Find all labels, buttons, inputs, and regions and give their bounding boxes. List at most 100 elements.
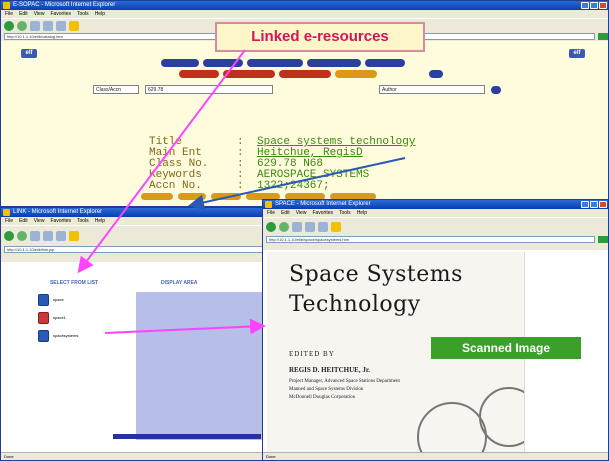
refresh-icon[interactable] xyxy=(305,221,315,232)
nav-pill[interactable] xyxy=(279,70,331,78)
menu-tools[interactable]: Tools xyxy=(77,217,89,225)
home-icon[interactable] xyxy=(56,230,66,241)
menu-file[interactable]: File xyxy=(5,10,13,18)
ie-icon xyxy=(3,209,10,216)
ie-icon xyxy=(265,201,272,208)
editor-name: REGIS D. HEITCHUE, Jr. xyxy=(289,366,371,374)
menu-help[interactable]: Help xyxy=(95,10,105,18)
menu-favorites[interactable]: Favorites xyxy=(50,10,71,18)
scan-window: SPACE - Microsoft Internet Explorer File… xyxy=(262,199,609,461)
nav-pill[interactable] xyxy=(429,70,443,78)
affiliation-line: McDonnell Douglas Corporation xyxy=(289,395,356,400)
favorites-icon[interactable] xyxy=(331,221,341,232)
forward-icon[interactable] xyxy=(279,221,289,232)
search-input[interactable]: 629.78 xyxy=(145,85,273,94)
action-button[interactable] xyxy=(211,193,241,200)
record-label: Accn No. xyxy=(149,180,202,192)
nav-pill[interactable] xyxy=(203,59,243,67)
close-icon[interactable] xyxy=(599,201,607,208)
refresh-icon[interactable] xyxy=(43,230,53,241)
stop-icon[interactable] xyxy=(292,221,302,232)
catalog-window-title: E-SOPAC - Microsoft Internet Explorer xyxy=(13,2,116,8)
back-icon[interactable] xyxy=(266,221,276,232)
catalog-titlebar[interactable]: E-SOPAC - Microsoft Internet Explorer xyxy=(1,1,608,10)
nav-pill[interactable] xyxy=(335,70,377,78)
record-row: Accn No. : 1322;24367; xyxy=(149,181,415,192)
menu-file[interactable]: File xyxy=(267,209,275,217)
nav-row-1 xyxy=(161,59,405,67)
linked-eresources-callout: Linked e-resources xyxy=(215,22,425,52)
scan-window-title: SPACE - Microsoft Internet Explorer xyxy=(275,201,371,207)
catalog-menubar: File Edit View Favorites Tools Help xyxy=(1,10,608,18)
maximize-icon[interactable] xyxy=(590,201,598,208)
menu-help[interactable]: Help xyxy=(95,217,105,225)
go-button[interactable] xyxy=(598,33,608,40)
menu-view[interactable]: View xyxy=(34,10,45,18)
file-label: space1 xyxy=(53,315,66,320)
favorites-icon[interactable] xyxy=(69,20,79,31)
pdf-icon xyxy=(38,311,49,324)
back-icon[interactable] xyxy=(4,230,14,241)
scan-toolbar xyxy=(263,217,608,235)
stop-icon[interactable] xyxy=(30,230,40,241)
scanned-image-callout: Scanned Image xyxy=(431,337,581,359)
select-toolbar xyxy=(1,225,299,245)
menu-help[interactable]: Help xyxy=(357,209,367,217)
file-item[interactable]: space1 xyxy=(38,310,110,325)
record-sep: : xyxy=(237,180,244,192)
scan-address-bar: http://10.1.1.10/elib/space/spacesystems… xyxy=(263,235,608,244)
edited-by: EDITED BY xyxy=(289,350,335,358)
nav-pill[interactable] xyxy=(247,59,303,67)
search-button[interactable] xyxy=(491,85,501,94)
maximize-icon[interactable] xyxy=(590,2,598,9)
minimize-icon[interactable] xyxy=(581,2,589,9)
stop-icon[interactable] xyxy=(30,20,40,31)
scan-address-input[interactable]: http://10.1.1.10/elib/space/spacesystems… xyxy=(266,236,595,243)
menu-edit[interactable]: Edit xyxy=(19,10,28,18)
forward-icon[interactable] xyxy=(17,20,27,31)
search-type-select[interactable]: Class/Accn xyxy=(93,85,139,94)
nav-pill[interactable] xyxy=(179,70,219,78)
nav-pill[interactable] xyxy=(223,70,275,78)
minimize-icon[interactable] xyxy=(581,201,589,208)
action-button[interactable] xyxy=(178,193,206,200)
nav-pill[interactable] xyxy=(365,59,405,67)
menu-favorites[interactable]: Favorites xyxy=(312,209,333,217)
search-author-select[interactable]: Author xyxy=(379,85,485,94)
menu-file[interactable]: File xyxy=(5,217,13,225)
refresh-icon[interactable] xyxy=(43,20,53,31)
ie-icon xyxy=(3,2,10,9)
file-item[interactable]: spacesystems xyxy=(38,328,110,343)
action-button[interactable] xyxy=(141,193,173,200)
menu-tools[interactable]: Tools xyxy=(339,209,351,217)
menu-view[interactable]: View xyxy=(34,217,45,225)
nav-pill[interactable] xyxy=(307,59,361,67)
favorites-icon[interactable] xyxy=(69,230,79,241)
back-icon[interactable] xyxy=(4,20,14,31)
close-icon[interactable] xyxy=(599,2,607,9)
menu-favorites[interactable]: Favorites xyxy=(50,217,71,225)
file-item[interactable]: space xyxy=(38,292,110,307)
scan-titlebar[interactable]: SPACE - Microsoft Internet Explorer xyxy=(263,200,608,209)
home-icon[interactable] xyxy=(318,221,328,232)
stamp-seal xyxy=(417,402,487,452)
file-label: spacesystems xyxy=(53,333,79,338)
horizontal-scrollbar[interactable] xyxy=(113,434,261,439)
menu-tools[interactable]: Tools xyxy=(77,10,89,18)
select-address-bar: http://10.1.1.10/elib/link.jsp xyxy=(1,245,299,254)
display-heading: DISPLAY AREA xyxy=(161,280,198,286)
menu-view[interactable]: View xyxy=(296,209,307,217)
select-address-input[interactable]: http://10.1.1.10/elib/link.jsp xyxy=(4,246,286,253)
select-titlebar[interactable]: LINK - Microsoft Internet Explorer xyxy=(1,208,299,217)
go-button[interactable] xyxy=(598,236,608,243)
select-window: LINK - Microsoft Internet Explorer File … xyxy=(0,207,300,461)
menu-edit[interactable]: Edit xyxy=(19,217,28,225)
nav-pill[interactable] xyxy=(161,59,199,67)
menu-edit[interactable]: Edit xyxy=(281,209,290,217)
catalog-page: elf elf Class/Accn 629.78 Author Title : xyxy=(1,41,608,206)
scan-status-bar: Done xyxy=(263,452,608,460)
file-list-panel: SELECT FROM LIST space space1 spacesyste… xyxy=(38,280,110,456)
select-window-title: LINK - Microsoft Internet Explorer xyxy=(13,209,103,215)
home-icon[interactable] xyxy=(56,20,66,31)
forward-icon[interactable] xyxy=(17,230,27,241)
